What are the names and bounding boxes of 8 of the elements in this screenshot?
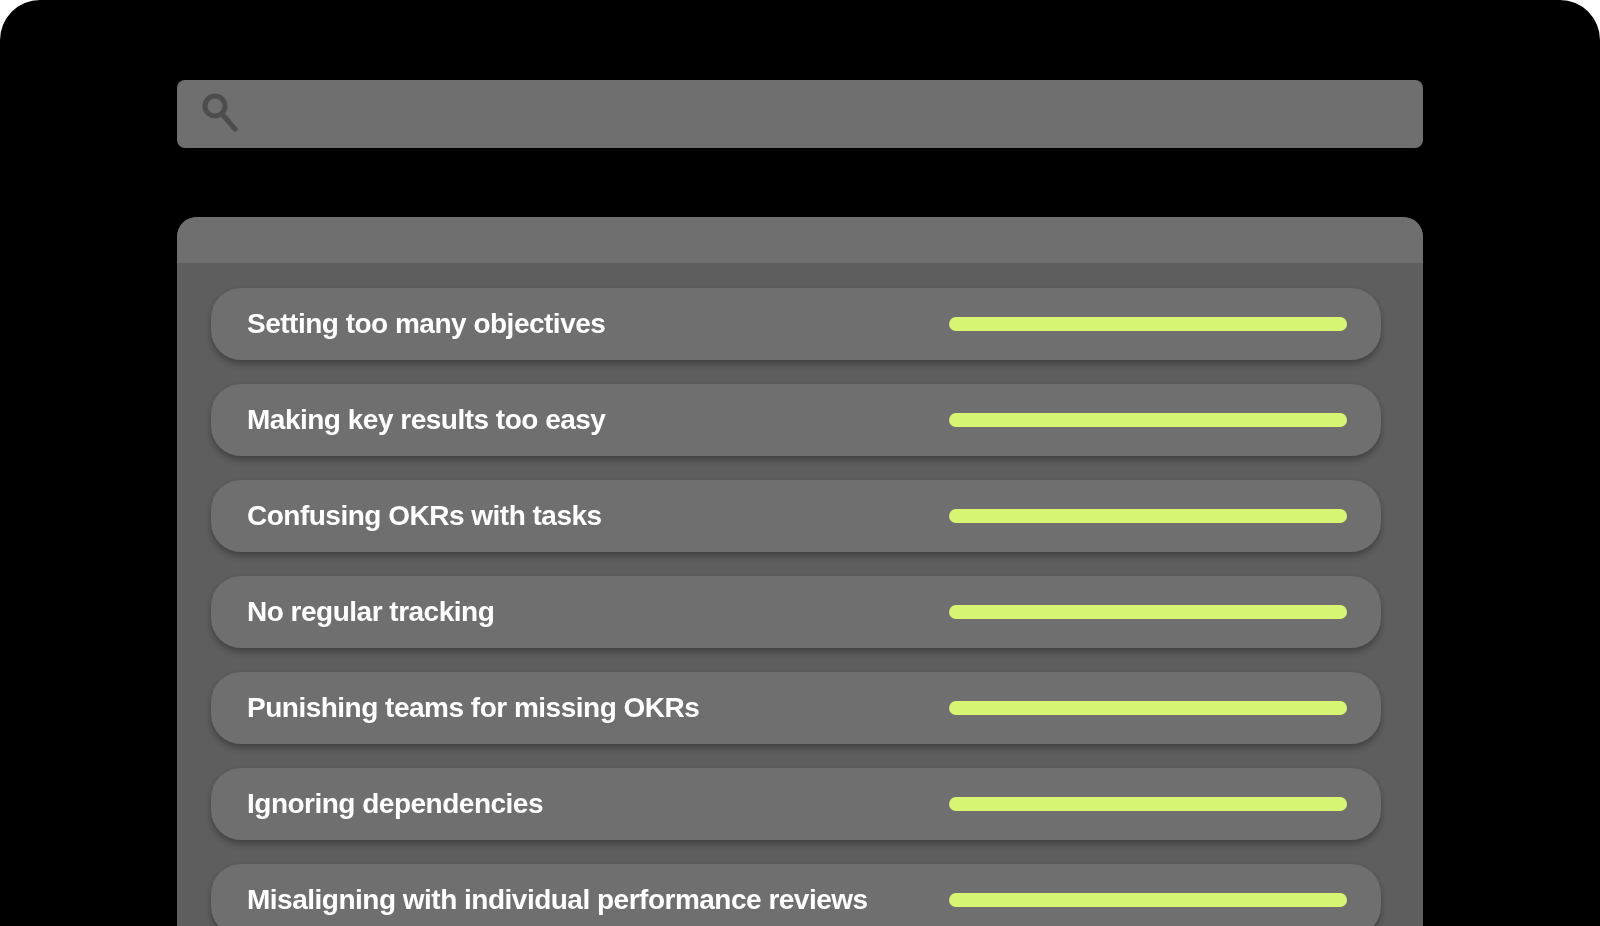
- item-label: Making key results too easy: [247, 403, 606, 437]
- search-bar[interactable]: [177, 80, 1423, 148]
- item-label: Misaligning with individual performance reviews: [247, 883, 868, 917]
- item-label: Confusing OKRs with tasks: [247, 499, 602, 533]
- item-label: No regular tracking: [247, 595, 495, 629]
- item-label: Setting too many objectives: [247, 307, 606, 341]
- item-label: Ignoring dependencies: [247, 787, 543, 821]
- item-label: Punishing teams for missing OKRs: [247, 691, 700, 725]
